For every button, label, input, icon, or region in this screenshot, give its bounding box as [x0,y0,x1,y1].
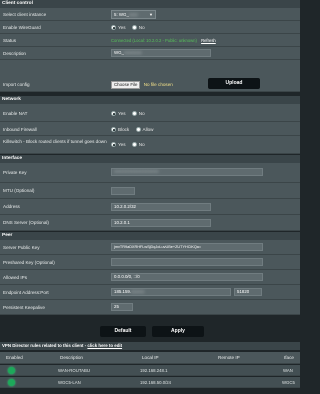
section-client-control: Client control [0,0,300,8]
nat-no[interactable]: No [131,111,145,116]
choose-file-button[interactable]: Choose File [111,81,141,89]
nat-yes[interactable]: Yes [111,111,126,116]
vpn-director-table-header: Enabled Description Local IP Remote IP I… [0,352,300,364]
mtu-input[interactable] [111,187,135,195]
section-network: Network [0,96,300,104]
killswitch-label: Killswitch - Block routed clients if tun… [3,139,107,144]
file-picker: Choose File No file chosen [111,81,173,89]
col-remote-ip: Remote IP [218,355,240,360]
row-description: WGC5-LAN [58,380,81,385]
row-inbound-firewall: Inbound Firewall Block Allow [0,122,300,136]
default-button[interactable]: Default [100,326,146,337]
status-label: Status [3,38,17,43]
server-pubkey-label: Server Public Key [3,245,40,250]
keepalive-label: Persistent Keepalive [3,305,45,310]
no-file-text: No file chosen [143,82,173,87]
row-allowed-ips: Allowed IPs 0.0.0.0/0, ::/0 [0,270,300,285]
dns-input[interactable]: 10.2.0.1 [111,219,211,227]
description-input[interactable]: WG_xxxxxxxx [111,49,211,57]
section-peer: Peer [0,232,300,240]
row-keepalive: Persistent Keepalive 25 [0,300,300,315]
row-local-ip: 192.168.248.1 [140,368,168,373]
row-enable-wireguard: Enable WireGuard Yes No [0,21,300,34]
firewall-label: Inbound Firewall [3,127,37,132]
radio-off-icon [131,25,137,30]
col-iface: Iface [284,355,294,360]
edit-rules-link[interactable]: click here to edit [87,343,122,348]
enabled-indicator-icon[interactable] [8,367,15,374]
nat-options: Yes No [111,111,150,117]
instance-select[interactable]: 5: WG_xxxx ▼ [111,10,156,19]
status-text: Connected (Local: 10.2.0.2 - Public: unk… [111,38,197,43]
section-interface: Interface [0,155,300,163]
upload-button[interactable]: Upload [208,78,260,89]
row-endpoint: Endpoint Address:Port 185.159.xxxxxx 518… [0,285,300,300]
killswitch-no[interactable]: No [131,142,145,147]
row-address: Address 10.2.0.2/32 [0,199,300,215]
instance-select-value: 5: WG_ [114,12,129,17]
row-import-config: Import config Choose File No file chosen… [0,60,300,92]
allowed-ips-input[interactable]: 0.0.0.0/0, ::/0 [111,273,263,281]
killswitch-yes[interactable]: Yes [111,142,126,147]
dns-label: DNS Server (Optional) [3,220,49,225]
row-preshared-key: Preshared Key (Optional) [0,255,300,270]
allowed-ips-label: Allowed IPs [3,275,28,280]
psk-label: Preshared Key (Optional) [3,260,55,265]
server-pubkey-input[interactable]: jmvTR9aDXRHFLwSjDqJoLuvUBe+ZUTYHCiKQa= [111,243,263,251]
row-local-ip: 192.168.50.0/24 [140,380,172,385]
row-description: WAN-ROUTABU [58,368,90,373]
select-instance-label: Select client instance [3,12,47,17]
radio-off-icon [135,127,141,132]
row-status: Status Connected (Local: 10.2.0.2 - Publ… [0,34,300,47]
row-description: Description WG_xxxxxxxx [0,47,300,60]
endpoint-label: Endpoint Address:Port [3,290,49,295]
table-row: WAN-ROUTABU 192.168.248.1 WAN [0,365,300,376]
import-config-label: Import config [3,82,30,87]
firewall-block[interactable]: Block [111,127,129,132]
radio-off-icon [131,111,137,116]
radio-on-icon [111,25,116,30]
keepalive-input[interactable]: 25 [111,303,133,311]
radio-on-icon [111,127,116,132]
description-label: Description [3,51,26,56]
section-vpn-director: VPN Director rules related to this clien… [0,342,300,350]
firewall-allow[interactable]: Allow [135,127,154,132]
status-value: Connected (Local: 10.2.0.2 - Public: unk… [111,38,216,43]
row-select-instance: Select client instance 5: WG_xxxx ▼ [0,8,300,21]
table-row: WGC5-LAN 192.168.50.0/24 WGC5 [0,377,300,388]
radio-on-icon [111,142,116,147]
endpoint-port-input[interactable]: 51820 [234,288,262,296]
chevron-down-icon: ▼ [149,12,153,17]
enable-wg-options: Yes No [111,25,150,31]
enable-nat-label: Enable NAT [3,111,28,116]
address-label: Address [3,204,20,209]
endpoint-address-input[interactable]: 185.159.xxxxxx [111,288,231,296]
mtu-label: MTU (Optional) [3,188,35,193]
refresh-link[interactable]: Refresh [201,38,216,43]
col-local-ip: Local IP [142,355,159,360]
enable-wg-label: Enable WireGuard [3,25,41,30]
col-enabled: Enabled [6,355,23,360]
row-iface: WGC5 [282,380,295,385]
firewall-options: Block Allow [111,127,159,133]
row-server-public-key: Server Public Key jmvTR9aDXRHFLwSjDqJoLu… [0,240,300,255]
enable-wg-no[interactable]: No [131,25,145,30]
row-dns: DNS Server (Optional) 10.2.0.1 [0,215,300,231]
killswitch-options: Yes No [111,142,150,148]
address-input[interactable]: 10.2.0.2/32 [111,203,211,211]
row-private-key: Private Key ••••••••••••••••••••••••••••… [0,163,300,183]
psk-input[interactable] [111,258,263,266]
radio-on-icon [111,111,116,116]
private-key-input[interactable]: ••••••••••••••••••••••••••••• [111,168,263,176]
row-iface: WAN [283,368,293,373]
radio-off-icon [131,142,137,147]
private-key-label: Private Key [3,170,27,175]
enable-wg-yes[interactable]: Yes [111,25,126,30]
row-killswitch: Killswitch - Block routed clients if tun… [0,136,300,154]
row-mtu: MTU (Optional) [0,183,300,199]
row-enable-nat: Enable NAT Yes No [0,104,300,122]
enabled-indicator-icon[interactable] [8,379,15,386]
apply-button[interactable]: Apply [152,326,204,337]
col-description: Description [60,355,83,360]
